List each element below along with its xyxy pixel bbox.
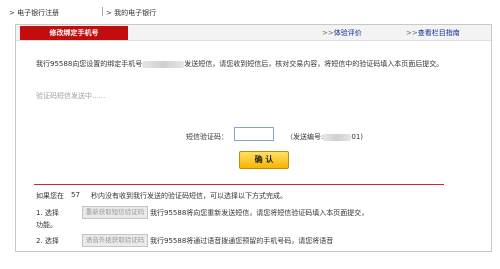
panel-title: 修改绑定手机号 [20,26,128,40]
breadcrumb-separator [102,7,103,16]
column-guide-link[interactable]: >>查看栏目指南 [406,28,460,38]
countdown-seconds: 57 [71,191,80,199]
confirm-button[interactable]: 确 认 [239,151,289,169]
sms-code-label: 短信验证码： [186,133,228,141]
fallback-intro: 如果您在 [36,192,64,200]
breadcrumb: > 电子银行注册 > 我的电子银行 [9,0,500,20]
panel-header: 修改绑定手机号 >>体验评价 >>查看栏目指南 [16,25,491,41]
option-resend-continuation: 功能。 [36,221,57,229]
sms-code-input[interactable] [234,127,274,141]
double-chevron-icon: >> [322,29,334,37]
sending-status: 验证码短信发送中...... [36,92,106,100]
breadcrumb-item-ebank-register[interactable]: > 电子银行注册 [9,8,59,18]
change-bound-phone-panel: 修改绑定手机号 >>体验评价 >>查看栏目指南 我行95588向您设置的绑定手机… [15,24,492,252]
masked-phone-number [142,60,185,68]
fallback-intro-suffix: 秒内没有收到我行发送的验证码短信，可以选择以下方式完成。 [91,192,287,200]
option-resend-sms: 1. 选择 重新获取短信验证码 我行95588将向您重新发送短信，请您将短信验证… [36,206,369,219]
breadcrumb-item-my-ebank[interactable]: > 我的电子银行 [106,8,156,18]
experience-rating-link[interactable]: >>体验评价 [322,28,362,38]
option-voice-call: 2. 选择 语音外拨获取验证码 我行95588将通过语音拨通您预留的手机号码，请… [36,234,334,247]
masked-serial [323,133,352,141]
sms-code-row: 短信验证码： （发送编号: 01) [16,127,491,143]
send-serial-number: （发送编号: 01) [286,133,363,141]
resend-sms-code-button[interactable]: 重新获取短信验证码 [82,206,148,219]
sms-sent-message: 我行95588向您设置的绑定手机号 发送短信，请您收到短信后，核对交易内容，将短信… [36,60,444,68]
voice-call-code-button[interactable]: 语音外拨获取验证码 [82,234,148,247]
divider [34,184,444,185]
double-chevron-icon: >> [406,29,418,37]
